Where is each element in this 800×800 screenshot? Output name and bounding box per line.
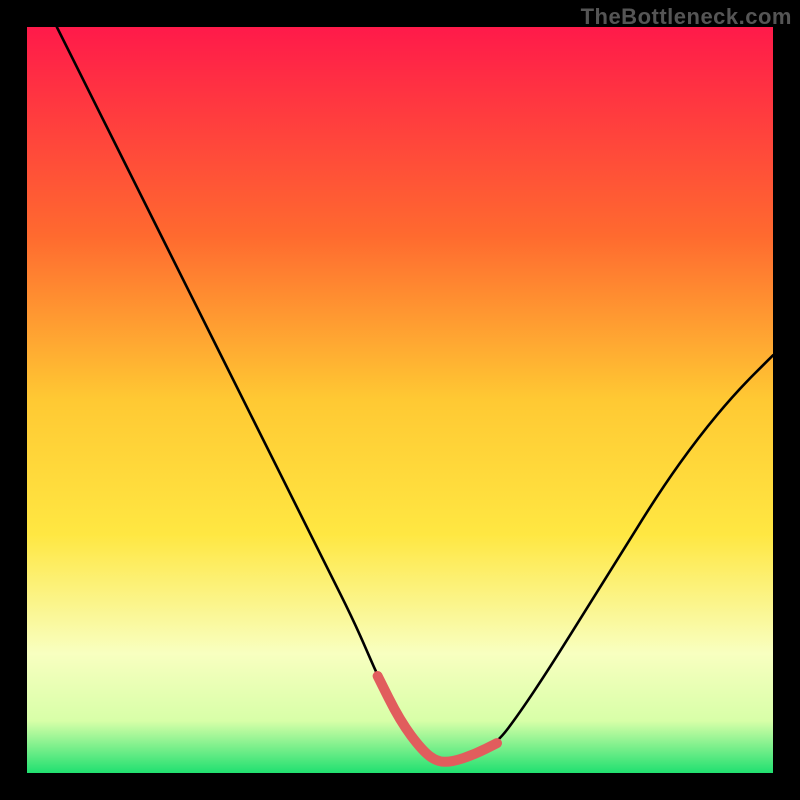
gradient-background xyxy=(27,27,773,773)
chart-svg xyxy=(27,27,773,773)
watermark-text: TheBottleneck.com xyxy=(581,4,792,30)
chart-frame: TheBottleneck.com xyxy=(0,0,800,800)
plot-area xyxy=(27,27,773,773)
